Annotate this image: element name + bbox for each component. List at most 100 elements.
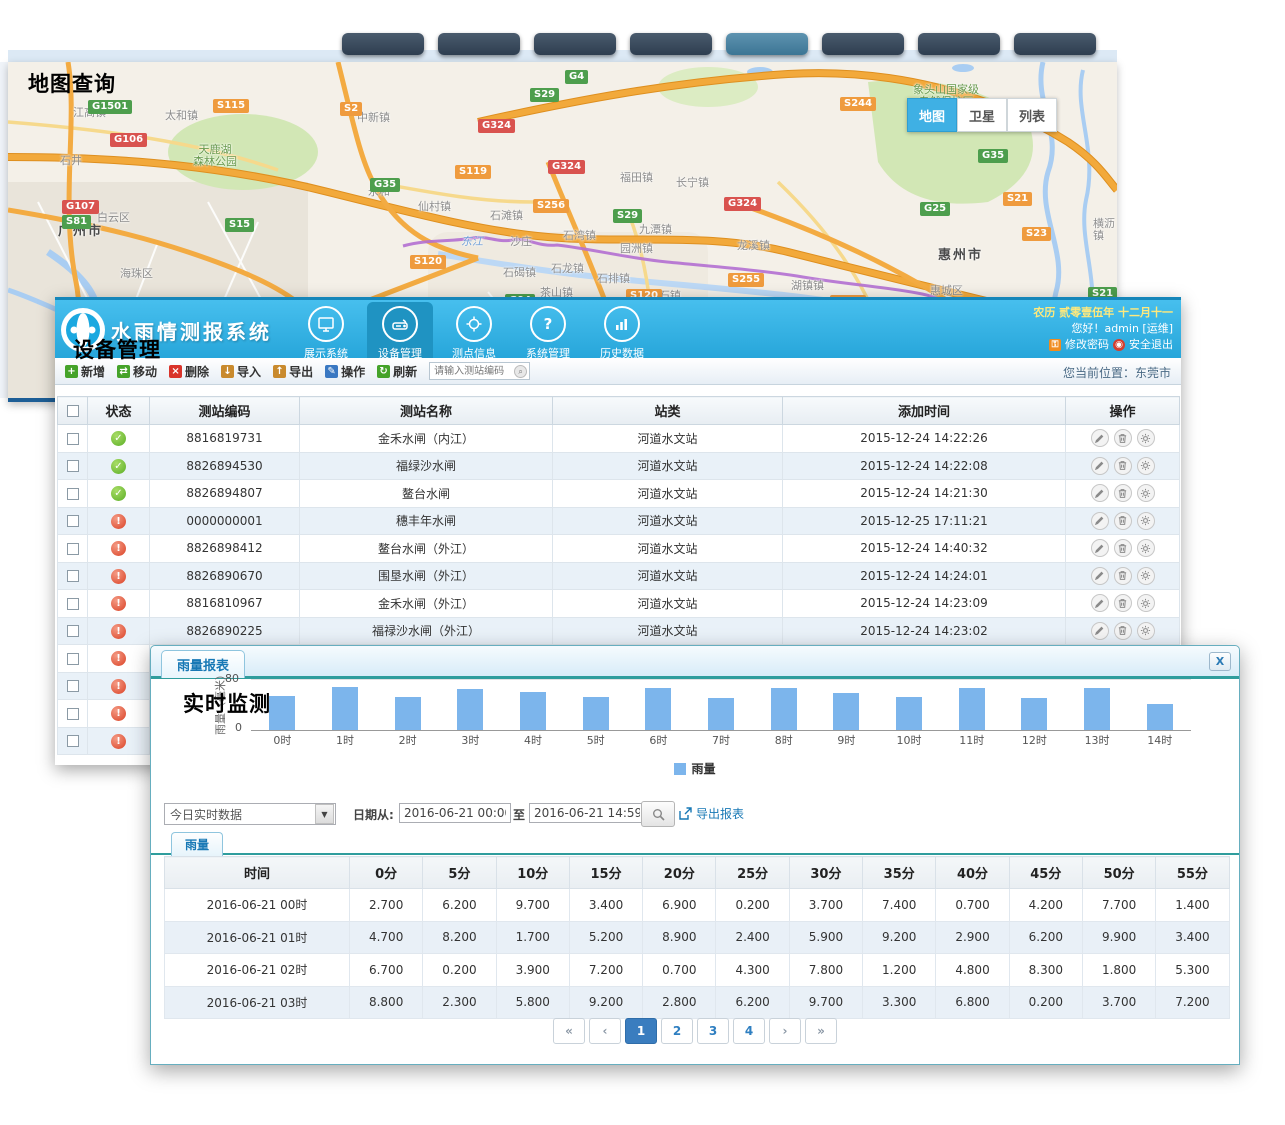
trash-icon[interactable] [1114, 429, 1132, 447]
gear-icon[interactable] [1137, 512, 1155, 530]
rain-column-header: 30分 [789, 857, 862, 889]
toolbar-button-导出[interactable]: ↑导出 [273, 363, 313, 380]
tab-rain[interactable]: 雨量 [171, 832, 223, 856]
row-checkbox[interactable] [67, 708, 79, 720]
ops-cell [1066, 425, 1180, 453]
trash-icon[interactable] [1114, 539, 1132, 557]
trash-icon[interactable] [1114, 567, 1132, 585]
rain-value-cell: 8.300 [1009, 954, 1082, 987]
status-cell: ! [88, 727, 150, 755]
x-tick-label: 5时 [564, 732, 627, 748]
rain-value-cell: 4.300 [716, 954, 789, 987]
gear-icon[interactable] [1137, 622, 1155, 640]
row-select-cell [58, 507, 88, 535]
nav-item-3[interactable]: 测点信息 [441, 302, 507, 364]
gear-icon[interactable] [1137, 484, 1155, 502]
toolbar-button-刷新[interactable]: ↻刷新 [377, 363, 417, 380]
pager-arrow-button[interactable]: » [805, 1018, 837, 1044]
page-button-1[interactable]: 1 [625, 1018, 657, 1044]
nav-stub-button-selected[interactable] [726, 33, 808, 55]
trash-icon[interactable] [1114, 512, 1132, 530]
x-tick-label: 14时 [1128, 732, 1191, 748]
map-type-list-button[interactable]: 列表 [1007, 98, 1057, 132]
edit-icon[interactable] [1091, 539, 1109, 557]
logout-icon: ◉ [1113, 339, 1125, 351]
row-checkbox[interactable] [67, 543, 79, 555]
map-type-map-button[interactable]: 地图 [907, 98, 957, 132]
nav-stub-button[interactable] [822, 33, 904, 55]
nav-item-4[interactable]: ?系统管理 [515, 302, 581, 364]
x-tick-label: 10时 [878, 732, 941, 748]
edit-icon[interactable] [1091, 567, 1109, 585]
nav-stub-button[interactable] [438, 33, 520, 55]
edit-icon[interactable] [1091, 484, 1109, 502]
edit-icon[interactable] [1091, 622, 1109, 640]
edit-icon[interactable] [1091, 457, 1109, 475]
pager-arrow-button[interactable]: « [553, 1018, 585, 1044]
map-place-label: 石排镇 [597, 273, 630, 285]
row-checkbox[interactable] [67, 570, 79, 582]
rain-bar [457, 689, 483, 730]
gear-icon[interactable] [1137, 457, 1155, 475]
nav-stub-button[interactable] [342, 33, 424, 55]
nav-stub-button[interactable] [534, 33, 616, 55]
row-checkbox[interactable] [67, 625, 79, 637]
edit-icon[interactable] [1091, 594, 1109, 612]
rain-value-cell: 3.400 [1156, 921, 1229, 954]
query-button[interactable] [641, 801, 675, 827]
time-cell: 2016-06-21 00时 [165, 889, 350, 922]
row-checkbox[interactable] [67, 680, 79, 692]
logout-link[interactable]: 安全退出 [1129, 337, 1173, 353]
x-tick-label: 3时 [439, 732, 502, 748]
date-from-input[interactable] [399, 803, 511, 823]
gear-icon[interactable] [1137, 429, 1155, 447]
gear-icon[interactable] [1137, 567, 1155, 585]
gear-icon[interactable] [1137, 539, 1155, 557]
row-checkbox[interactable] [67, 460, 79, 472]
toolbar-label: 导出 [289, 363, 313, 380]
select-all-checkbox[interactable] [67, 405, 79, 417]
search-icon[interactable]: ⌕ [514, 365, 527, 378]
status-error-icon: ! [111, 541, 126, 556]
added-time-cell: 2015-12-25 17:11:21 [783, 507, 1066, 535]
nav-stub-button[interactable] [1014, 33, 1096, 55]
toolbar-button-删除[interactable]: ×删除 [169, 363, 209, 380]
page-button-2[interactable]: 2 [661, 1018, 693, 1044]
station-code-search-input[interactable] [432, 365, 514, 378]
toolbar-button-移动[interactable]: ⇄移动 [117, 363, 157, 380]
trash-icon[interactable] [1114, 622, 1132, 640]
row-checkbox[interactable] [67, 598, 79, 610]
export-report-link[interactable]: 导出报表 [679, 805, 744, 822]
trash-icon[interactable] [1114, 457, 1132, 475]
date-to-input[interactable] [529, 803, 645, 823]
nav-item-2[interactable]: 设备管理 [367, 302, 433, 364]
row-checkbox[interactable] [67, 653, 79, 665]
row-checkbox[interactable] [67, 433, 79, 445]
edit-icon[interactable] [1091, 512, 1109, 530]
data-mode-select[interactable]: 今日实时数据 ▼ [164, 803, 336, 825]
status-error-icon: ! [111, 734, 126, 749]
toolbar-button-导入[interactable]: ↓导入 [221, 363, 261, 380]
road-shield: S21 [1003, 192, 1032, 206]
toolbar-button-新增[interactable]: +新增 [65, 363, 105, 380]
nav-item-5[interactable]: 历史数据 [589, 302, 655, 364]
nav-stub-button[interactable] [630, 33, 712, 55]
trash-icon[interactable] [1114, 594, 1132, 612]
gear-icon[interactable] [1137, 594, 1155, 612]
close-button[interactable]: X [1209, 652, 1231, 671]
page-button-3[interactable]: 3 [697, 1018, 729, 1044]
chevron-down-icon[interactable]: ▼ [315, 804, 334, 824]
nav-item-1[interactable]: 展示系统 [293, 302, 359, 364]
toolbar-button-操作[interactable]: ✎操作 [325, 363, 365, 380]
row-checkbox[interactable] [67, 488, 79, 500]
map-type-satellite-button[interactable]: 卫星 [957, 98, 1007, 132]
row-checkbox[interactable] [67, 515, 79, 527]
change-password-link[interactable]: 修改密码 [1065, 337, 1109, 353]
nav-stub-button[interactable] [918, 33, 1000, 55]
pager-arrow-button[interactable]: ‹ [589, 1018, 621, 1044]
page-button-4[interactable]: 4 [733, 1018, 765, 1044]
row-checkbox[interactable] [67, 735, 79, 747]
edit-icon[interactable] [1091, 429, 1109, 447]
trash-icon[interactable] [1114, 484, 1132, 502]
pager-arrow-button[interactable]: › [769, 1018, 801, 1044]
